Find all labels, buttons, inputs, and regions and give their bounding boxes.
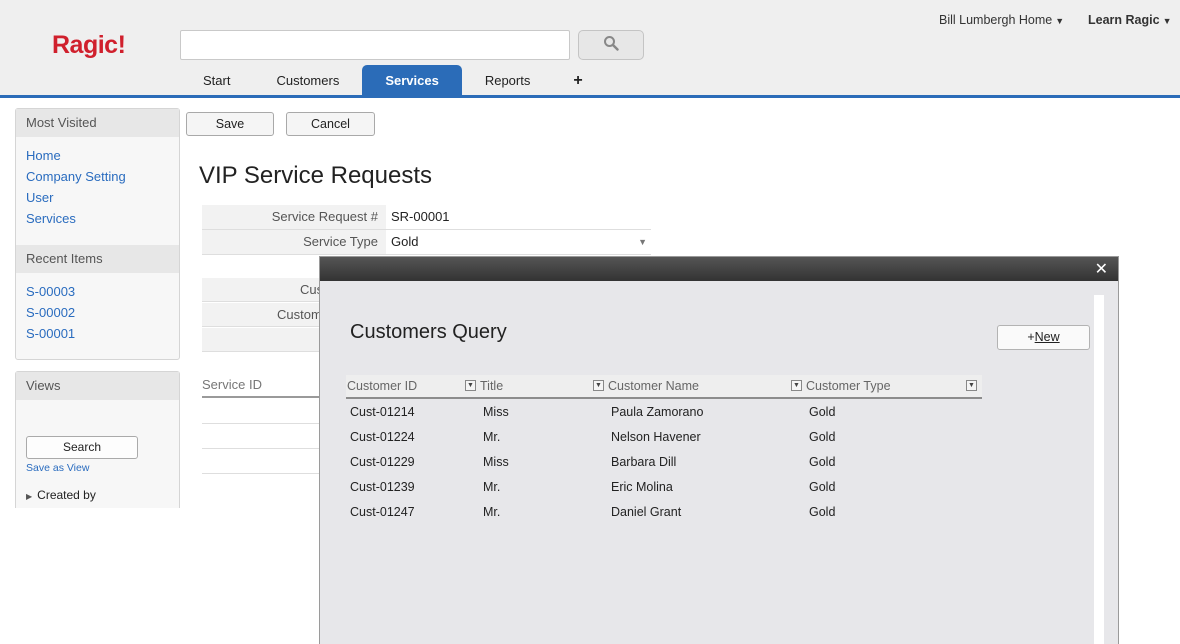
search-button[interactable]: [578, 30, 644, 60]
views-title: Views: [16, 372, 179, 400]
cell-title: Miss: [483, 455, 509, 469]
ragic-logo[interactable]: Ragic!: [52, 31, 126, 60]
search-icon: [603, 35, 619, 55]
field-customer-partial: Cus: [202, 278, 320, 302]
cell-customer-name: Barbara Dill: [611, 455, 677, 469]
dialog-scrollbar[interactable]: [1094, 295, 1104, 644]
field-customer-name-partial: Custom: [202, 303, 320, 327]
user-home-label: Bill Lumbergh Home: [939, 13, 1053, 27]
recent-item[interactable]: S-00001: [26, 323, 75, 344]
cell-customer-name: Nelson Havener: [611, 430, 701, 444]
global-search-input[interactable]: [180, 30, 570, 60]
table-row[interactable]: Cust-01239 Mr. Eric Molina Gold: [346, 475, 982, 500]
field-label: Custom: [277, 307, 320, 322]
column-header-customer-type[interactable]: Customer Type: [806, 375, 891, 397]
cell-customer-name: Paula Zamorano: [611, 405, 704, 419]
cell-customer-id: Cust-01224: [350, 430, 415, 444]
cell-customer-type: Gold: [809, 405, 836, 419]
cell-customer-id: Cust-01247: [350, 505, 415, 519]
triangle-right-icon: ▶: [26, 492, 33, 501]
sidebar-link-user[interactable]: User: [26, 187, 126, 208]
filter-icon[interactable]: ▼: [593, 380, 604, 391]
most-visited-title: Most Visited: [16, 109, 179, 137]
filter-icon[interactable]: ▼: [791, 380, 802, 391]
cell-customer-type: Gold: [809, 480, 836, 494]
most-visited-panel: Most Visited Home Company Setting User S…: [15, 108, 180, 360]
tab-customers[interactable]: Customers: [253, 65, 362, 97]
plus-icon: +: [1027, 330, 1035, 344]
recent-item[interactable]: S-00002: [26, 302, 75, 323]
table-row[interactable]: Cust-01214 Miss Paula Zamorano Gold: [346, 400, 982, 425]
add-tab-button[interactable]: +: [553, 65, 602, 97]
field-blank: [202, 328, 320, 352]
field-label: Cus: [300, 282, 320, 297]
cancel-button[interactable]: Cancel: [286, 112, 375, 136]
views-search-button[interactable]: Search: [26, 436, 138, 459]
cell-customer-type: Gold: [809, 430, 836, 444]
filter-funnel-icon[interactable]: ▼: [966, 380, 977, 391]
tab-start[interactable]: Start: [180, 65, 253, 97]
field-label: Service Request #: [202, 205, 386, 229]
column-header-title[interactable]: Title: [480, 375, 503, 397]
table-row[interactable]: Cust-01229 Miss Barbara Dill Gold: [346, 450, 982, 475]
top-header: Ragic! Bill Lumbergh Home ▼ Learn Ragic ▼ …: [0, 0, 1180, 98]
cell-customer-type: Gold: [809, 505, 836, 519]
subtable-row-line: [202, 473, 320, 474]
subtable-row-line: [202, 448, 320, 449]
page-title: VIP Service Requests: [199, 162, 433, 189]
column-header-customer-id[interactable]: Customer ID: [347, 375, 417, 397]
sidebar-link-company-setting[interactable]: Company Setting: [26, 166, 126, 187]
subtable-row-line: [202, 423, 320, 424]
dialog-title-bar: ✕: [320, 257, 1118, 281]
most-visited-list: Home Company Setting User Services: [26, 145, 126, 229]
filter-icon[interactable]: ▼: [465, 380, 476, 391]
recent-items-list: S-00003 S-00002 S-00001: [26, 281, 75, 344]
table-row[interactable]: Cust-01247 Mr. Daniel Grant Gold: [346, 500, 982, 525]
learn-ragic-label: Learn Ragic: [1088, 13, 1160, 27]
recent-item[interactable]: S-00003: [26, 281, 75, 302]
subtable-header-service-id: Service ID: [202, 377, 262, 392]
cell-title: Mr.: [483, 505, 501, 519]
dropdown-arrow-icon[interactable]: ▼: [638, 230, 647, 254]
customers-query-dialog: ✕ Customers Query +New Customer ID ▼ Tit…: [319, 256, 1119, 644]
save-button[interactable]: Save: [186, 112, 274, 136]
chevron-down-icon: ▼: [1162, 16, 1172, 26]
new-record-button[interactable]: +New: [997, 325, 1090, 350]
cell-customer-name: Eric Molina: [611, 480, 673, 494]
field-service-request-number: Service Request # SR-00001: [202, 205, 651, 230]
table-row[interactable]: Cust-01224 Mr. Nelson Havener Gold: [346, 425, 982, 450]
field-label: Service Type: [202, 230, 386, 254]
field-service-type: Service Type Gold ▼: [202, 230, 651, 255]
sidebar-link-home[interactable]: Home: [26, 145, 126, 166]
cell-customer-id: Cust-01214: [350, 405, 415, 419]
cell-customer-name: Daniel Grant: [611, 505, 682, 519]
created-by-label: Created by: [37, 488, 96, 502]
cell-customer-type: Gold: [809, 455, 836, 469]
tab-services[interactable]: Services: [362, 65, 462, 97]
recent-items-title: Recent Items: [16, 245, 179, 273]
save-as-view-link[interactable]: Save as View: [26, 462, 89, 474]
chevron-down-icon: ▼: [1055, 16, 1065, 26]
learn-ragic-menu[interactable]: Learn Ragic ▼: [1088, 13, 1171, 27]
views-panel: Views Search Save as View ▶ Created by: [15, 371, 180, 508]
cell-customer-id: Cust-01229: [350, 455, 415, 469]
subtable-header-line: [202, 396, 320, 398]
cell-customer-id: Cust-01239: [350, 480, 415, 494]
sidebar-link-services[interactable]: Services: [26, 208, 126, 229]
tab-reports[interactable]: Reports: [462, 65, 554, 97]
main-tabs: Start Customers Services Reports +: [180, 65, 603, 97]
created-by-filter[interactable]: ▶ Created by: [26, 488, 96, 502]
field-value[interactable]: Gold: [391, 230, 418, 254]
query-table-header: Customer ID ▼ Title ▼ Customer Name ▼ Cu…: [346, 375, 982, 399]
close-icon[interactable]: ✕: [1095, 259, 1108, 278]
user-home-menu[interactable]: Bill Lumbergh Home ▼: [939, 13, 1064, 27]
cell-title: Mr.: [483, 480, 501, 494]
field-value[interactable]: SR-00001: [391, 205, 450, 229]
new-button-label: New: [1034, 330, 1060, 344]
dialog-title: Customers Query: [350, 321, 507, 343]
column-header-customer-name[interactable]: Customer Name: [608, 375, 699, 397]
cell-title: Mr.: [483, 430, 501, 444]
cell-title: Miss: [483, 405, 509, 419]
